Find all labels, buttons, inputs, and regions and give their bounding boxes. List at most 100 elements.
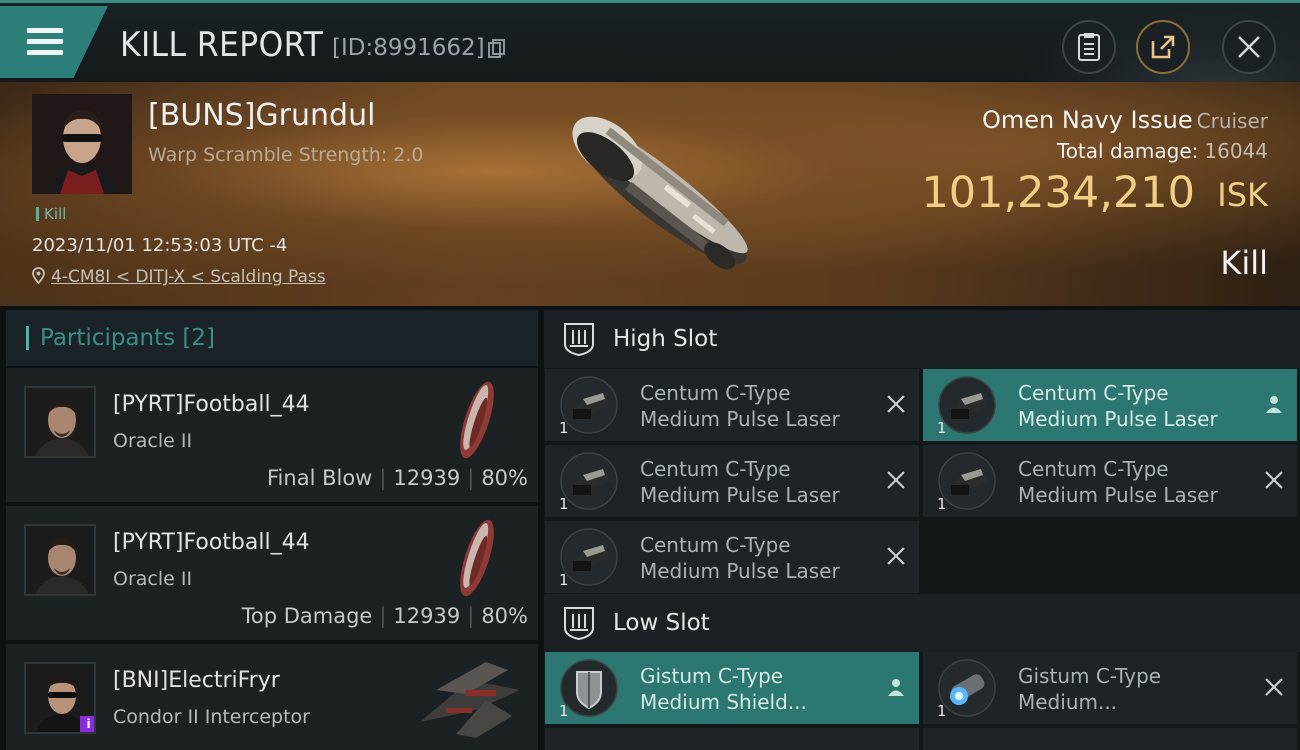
module-name-line2: Medium Pulse Laser bbox=[1018, 483, 1218, 507]
participant-card[interactable]: i [BNI]ElectriFryr Condor II Interceptor bbox=[6, 644, 538, 750]
participant-ship: Condor II Interceptor bbox=[113, 706, 310, 728]
module-name-line2: Medium Shield... bbox=[640, 690, 807, 714]
location-link[interactable]: 4-CM8I < DITJ-X < Scalding Pass bbox=[51, 267, 326, 287]
participant-name[interactable]: [PYRT]Football_44 bbox=[113, 530, 310, 555]
module-item[interactable]: 1 Centum C-Type Medium Pulse Laser bbox=[545, 369, 919, 441]
total-damage: Total damage: 16044 bbox=[1057, 139, 1268, 163]
participant-role: Top Damage bbox=[241, 604, 373, 628]
share-icon bbox=[1151, 35, 1175, 59]
participant-ship-image[interactable] bbox=[452, 512, 502, 604]
menu-button[interactable] bbox=[0, 6, 108, 78]
location-pin-icon bbox=[32, 267, 45, 285]
module-name-line2: Medium Pulse Laser bbox=[1018, 407, 1218, 431]
low-slot-header: Low Slot bbox=[544, 594, 1300, 652]
participant-stats: Top Damage | 12939 | 80% bbox=[241, 604, 528, 628]
module-name-line1: Gistum C-Type bbox=[1018, 664, 1162, 688]
destroyed-x-icon bbox=[1265, 471, 1283, 489]
participant-damage: 12939 bbox=[393, 466, 461, 490]
victim-ship-class: Cruiser bbox=[1196, 109, 1268, 133]
page-title: KILL REPORT bbox=[120, 25, 324, 65]
module-name-line1: Centum C-Type bbox=[640, 533, 791, 557]
participant-badge: i bbox=[80, 716, 94, 732]
kill-tag: Kill bbox=[36, 205, 66, 223]
participant-percent: 80% bbox=[481, 466, 528, 490]
participant-name[interactable]: [PYRT]Football_44 bbox=[113, 392, 310, 417]
module-quantity: 1 bbox=[937, 702, 947, 720]
module-name-line1: Gistum C-Type bbox=[640, 664, 784, 688]
kill-id: [ID:8991662] bbox=[332, 35, 485, 61]
destroyed-x-icon bbox=[1265, 678, 1283, 696]
module-name-line2: Medium Pulse Laser bbox=[640, 407, 840, 431]
module-name-line2: Medium... bbox=[1018, 690, 1118, 714]
participant-ship-image[interactable] bbox=[452, 374, 502, 466]
module-item[interactable]: 1 Gistum C-Type Medium... bbox=[923, 652, 1297, 724]
module-name-line1: Centum C-Type bbox=[640, 457, 791, 481]
kill-result: Kill bbox=[1220, 244, 1268, 282]
victim-ship[interactable]: Omen Navy Issue Cruiser bbox=[982, 106, 1268, 134]
close-icon bbox=[1238, 36, 1260, 58]
close-button[interactable] bbox=[1222, 20, 1276, 74]
module-quantity: 1 bbox=[559, 702, 569, 720]
participant-avatar[interactable]: i bbox=[24, 662, 96, 734]
module-name-line2: Medium Pulse Laser bbox=[640, 483, 840, 507]
participant-ship: Oracle II bbox=[113, 430, 193, 452]
clipboard-icon bbox=[1078, 33, 1100, 61]
module-name-line1: Centum C-Type bbox=[640, 381, 791, 405]
participant-card[interactable]: [PYRT]Football_44 Oracle II Final Blow | 1… bbox=[6, 368, 538, 502]
module-quantity: 1 bbox=[937, 495, 947, 513]
victim-name[interactable]: [BUNS]Grundul bbox=[148, 98, 375, 133]
participant-percent: 80% bbox=[481, 604, 528, 628]
low-slot-icon bbox=[564, 607, 594, 640]
participant-ship-image[interactable] bbox=[416, 650, 524, 742]
header-bar: KILL REPORT [ID:8991662] bbox=[0, 0, 1300, 85]
isk-value: 101,234,210 bbox=[921, 168, 1195, 218]
participant-role: Final Blow bbox=[267, 466, 373, 490]
participant-ship: Oracle II bbox=[113, 568, 193, 590]
module-quantity: 1 bbox=[559, 419, 569, 437]
victim-ship-name: Omen Navy Issue bbox=[981, 106, 1193, 134]
module-item[interactable]: 1 Centum C-Type Medium Pulse Laser bbox=[545, 521, 919, 593]
participants-title: Participants [2] bbox=[40, 325, 215, 351]
high-slot-header: High Slot bbox=[544, 310, 1300, 368]
participant-name[interactable]: [BNI]ElectriFryr bbox=[113, 668, 280, 693]
module-quantity: 1 bbox=[559, 571, 569, 589]
module-item[interactable]: 1 Centum C-Type Medium Pulse Laser bbox=[923, 445, 1297, 517]
low-slot-title: Low Slot bbox=[613, 610, 710, 636]
module-item[interactable]: 1 Gistum C-Type Medium Shield... bbox=[545, 652, 919, 724]
participant-avatar[interactable] bbox=[24, 524, 96, 596]
victim-banner: [BUNS]Grundul Warp Scramble Strength: 2.… bbox=[0, 82, 1300, 306]
module-quantity: 1 bbox=[559, 495, 569, 513]
module-name-line2: Medium Pulse Laser bbox=[640, 559, 840, 583]
participant-avatar[interactable] bbox=[24, 386, 96, 458]
kill-location[interactable]: 4-CM8I < DITJ-X < Scalding Pass bbox=[32, 267, 326, 287]
isk-unit: ISK bbox=[1217, 176, 1268, 214]
victim-portrait[interactable] bbox=[32, 94, 132, 194]
victim-ship-image[interactable] bbox=[540, 86, 780, 301]
module-item[interactable]: 1 Centum C-Type Medium Pulse Laser bbox=[923, 369, 1297, 441]
destroyed-x-icon bbox=[887, 395, 905, 413]
participants-header: Participants [2] bbox=[6, 310, 538, 366]
module-item[interactable] bbox=[545, 728, 919, 750]
clipboard-button[interactable] bbox=[1062, 20, 1116, 74]
module-name-line1: Centum C-Type bbox=[1018, 457, 1169, 481]
menu-icon bbox=[27, 28, 63, 56]
warp-scramble-strength: Warp Scramble Strength: 2.0 bbox=[148, 144, 424, 166]
high-slot-icon bbox=[564, 323, 594, 356]
destroyed-x-icon bbox=[887, 471, 905, 489]
participant-damage: 12939 bbox=[393, 604, 461, 628]
module-quantity: 1 bbox=[937, 419, 947, 437]
participant-stats: Final Blow | 12939 | 80% bbox=[267, 466, 528, 490]
copy-icon[interactable] bbox=[488, 39, 506, 59]
module-name-line1: Centum C-Type bbox=[1018, 381, 1169, 405]
module-item[interactable] bbox=[923, 728, 1297, 750]
dropped-person-icon bbox=[888, 679, 904, 696]
total-damage-value: 16044 bbox=[1204, 139, 1268, 163]
total-damage-label: Total damage: bbox=[1056, 139, 1199, 163]
high-slot-title: High Slot bbox=[613, 326, 718, 352]
dropped-person-icon bbox=[1266, 396, 1282, 413]
module-item[interactable]: 1 Centum C-Type Medium Pulse Laser bbox=[545, 445, 919, 517]
share-button[interactable] bbox=[1136, 20, 1190, 74]
destroyed-x-icon bbox=[887, 547, 905, 565]
kill-timestamp: 2023/11/01 12:53:03 UTC -4 bbox=[32, 235, 288, 256]
participant-card[interactable]: [PYRT]Football_44 Oracle II Top Damage | 1… bbox=[6, 506, 538, 640]
